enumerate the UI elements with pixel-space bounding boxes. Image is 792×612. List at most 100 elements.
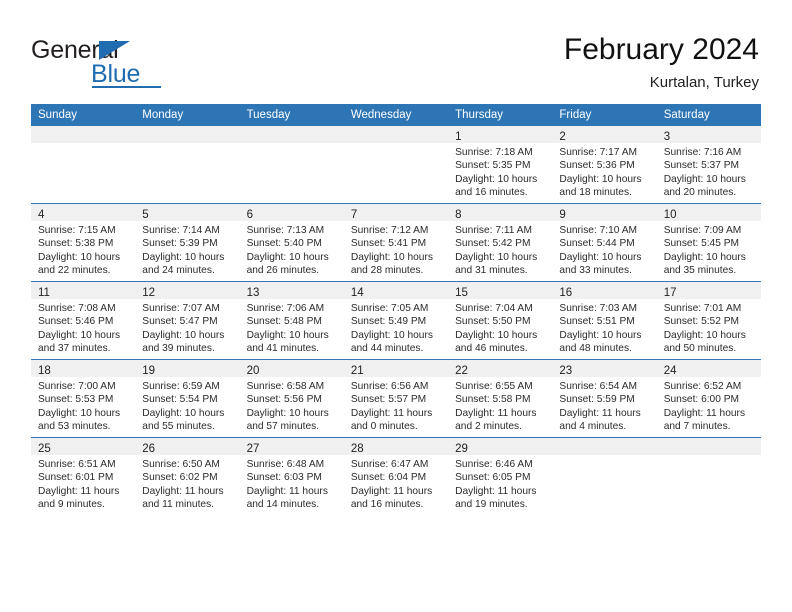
daylight-duration-line2: and 7 minutes. [663, 421, 731, 433]
day-number-strip: 21 [343, 360, 449, 377]
calendar-day-cell[interactable]: 13 Sunrise: 7:06 AM Sunset: 5:48 PM Dayligh… [239, 281, 344, 360]
daylight-duration-line1: Daylight: 10 hours [246, 251, 329, 263]
calendar-day-cell[interactable]: 26 Sunrise: 6:50 AM Sunset: 6:02 PM Dayligh… [135, 437, 240, 515]
day-number: 21 [350, 365, 364, 377]
calendar-day-cell[interactable]: 4 Sunrise: 7:15 AM Sunset: 5:38 PM Daylight… [31, 203, 136, 282]
calendar-day-cell[interactable]: 19 Sunrise: 6:59 AM Sunset: 5:54 PM Dayligh… [135, 359, 240, 438]
day-cell-inner [343, 126, 449, 203]
day-cell-inner [135, 126, 240, 203]
sunrise-time: Sunrise: 7:11 AM [455, 225, 532, 236]
calendar-day-cell[interactable]: 28 Sunrise: 6:47 AM Sunset: 6:04 PM Dayligh… [343, 437, 449, 515]
calendar-day-cell[interactable]: 11 Sunrise: 7:08 AM Sunset: 5:46 PM Dayligh… [31, 281, 136, 360]
daylight-duration-line1: Daylight: 10 hours [142, 329, 225, 341]
calendar-day-cell[interactable]: 21 Sunrise: 6:56 AM Sunset: 5:57 PM Dayligh… [343, 359, 449, 438]
calendar-day-cell[interactable]: 20 Sunrise: 6:58 AM Sunset: 5:56 PM Dayligh… [239, 359, 344, 438]
sunrise-time: Sunrise: 7:12 AM [350, 225, 429, 236]
sunset-time: Sunset: 5:58 PM [455, 394, 531, 406]
calendar-day-cell[interactable]: 18 Sunrise: 7:00 AM Sunset: 5:53 PM Dayligh… [31, 359, 136, 438]
day-cell-inner [656, 438, 761, 515]
sunrise-time: Sunrise: 6:58 AM [246, 381, 325, 392]
calendar-day-cell [343, 126, 449, 204]
sunrise-time: Sunrise: 6:55 AM [455, 381, 533, 392]
day-cell-inner: 2 Sunrise: 7:17 AM Sunset: 5:36 PM Daylight… [552, 126, 657, 203]
day-number-strip: 3 [656, 126, 761, 143]
day-number-strip: 24 [656, 360, 761, 377]
day-number-strip [343, 126, 449, 143]
calendar-week-row: 1 Sunrise: 7:18 AM Sunset: 5:35 PM Daylight… [31, 126, 761, 204]
day-number-strip: 2 [552, 126, 657, 143]
sunrise-time: Sunrise: 7:04 AM [455, 303, 533, 314]
calendar-day-cell[interactable]: 8 Sunrise: 7:11 AM Sunset: 5:42 PM Daylight… [448, 203, 553, 282]
sunrise-time: Sunrise: 6:48 AM [246, 459, 325, 470]
daylight-duration-line2: and 18 minutes. [559, 187, 632, 199]
calendar-day-cell[interactable]: 2 Sunrise: 7:17 AM Sunset: 5:36 PM Daylight… [552, 126, 657, 204]
day-cell-inner [552, 438, 657, 515]
sunset-time: Sunset: 5:51 PM [559, 316, 635, 328]
calendar-day-cell[interactable]: 5 Sunrise: 7:14 AM Sunset: 5:39 PM Daylight… [135, 203, 240, 282]
daylight-duration-line1: Daylight: 10 hours [455, 173, 538, 185]
location-subtitle: Kurtalan, Turkey [649, 74, 759, 91]
day-number: 25 [38, 443, 51, 455]
sunrise-time: Sunrise: 7:00 AM [38, 381, 116, 392]
calendar-day-cell[interactable]: 14 Sunrise: 7:05 AM Sunset: 5:49 PM Dayligh… [343, 281, 449, 360]
sunrise-time: Sunrise: 7:16 AM [663, 147, 742, 158]
calendar-day-cell[interactable]: 16 Sunrise: 7:03 AM Sunset: 5:51 PM Dayligh… [552, 281, 657, 360]
day-sun-info: Sunrise: 6:55 AM Sunset: 5:58 PM Daylight:… [448, 377, 552, 434]
day-number: 10 [663, 209, 677, 221]
daylight-duration-line2: and 41 minutes. [246, 343, 320, 355]
day-number-strip: 29 [448, 438, 553, 455]
calendar-day-cell[interactable]: 29 Sunrise: 6:46 AM Sunset: 6:05 PM Dayligh… [448, 437, 553, 515]
day-number: 14 [350, 287, 364, 299]
calendar-day-cell[interactable]: 3 Sunrise: 7:16 AM Sunset: 5:37 PM Daylight… [656, 126, 761, 204]
calendar-day-cell[interactable]: 10 Sunrise: 7:09 AM Sunset: 5:45 PM Dayligh… [656, 203, 761, 282]
day-number-strip: 14 [343, 282, 449, 299]
day-number-strip: 15 [448, 282, 553, 299]
daylight-duration-line1: Daylight: 11 hours [38, 485, 120, 497]
calendar-day-cell[interactable]: 27 Sunrise: 6:48 AM Sunset: 6:03 PM Dayligh… [239, 437, 344, 515]
daylight-duration-line2: and 14 minutes. [246, 499, 320, 511]
day-cell-inner: 22 Sunrise: 6:55 AM Sunset: 5:58 PM Dayligh… [448, 360, 553, 437]
sunrise-time: Sunrise: 7:03 AM [559, 303, 637, 314]
day-number: 29 [455, 443, 468, 455]
day-number: 23 [559, 365, 573, 377]
daylight-duration-line2: and 19 minutes. [455, 499, 528, 511]
day-number-strip [31, 126, 136, 143]
calendar-day-cell[interactable]: 15 Sunrise: 7:04 AM Sunset: 5:50 PM Dayligh… [448, 281, 553, 360]
calendar-day-cell[interactable]: 7 Sunrise: 7:12 AM Sunset: 5:41 PM Daylight… [343, 203, 449, 282]
sunset-time: Sunset: 5:45 PM [663, 238, 740, 250]
day-sun-info: Sunrise: 7:15 AM Sunset: 5:38 PM Daylight:… [31, 221, 135, 278]
day-number-strip: 8 [448, 204, 553, 221]
sunset-time: Sunset: 5:37 PM [663, 160, 740, 172]
daylight-duration-line1: Daylight: 10 hours [350, 251, 433, 263]
day-number-strip: 10 [656, 204, 761, 221]
day-number-strip: 13 [239, 282, 344, 299]
day-cell-inner: 9 Sunrise: 7:10 AM Sunset: 5:44 PM Daylight… [552, 204, 657, 281]
day-number: 27 [246, 443, 260, 455]
calendar-day-cell[interactable]: 24 Sunrise: 6:52 AM Sunset: 6:00 PM Dayligh… [656, 359, 761, 438]
day-number: 5 [142, 209, 149, 221]
day-number-strip: 23 [552, 360, 657, 377]
day-cell-inner: 16 Sunrise: 7:03 AM Sunset: 5:51 PM Dayligh… [552, 282, 657, 359]
day-cell-inner: 26 Sunrise: 6:50 AM Sunset: 6:02 PM Dayligh… [135, 438, 240, 515]
day-cell-inner: 11 Sunrise: 7:08 AM Sunset: 5:46 PM Dayligh… [31, 282, 136, 359]
calendar-day-cell[interactable]: 1 Sunrise: 7:18 AM Sunset: 5:35 PM Daylight… [448, 126, 553, 204]
sunset-time: Sunset: 6:01 PM [38, 472, 114, 484]
daylight-duration-line1: Daylight: 11 hours [350, 407, 433, 419]
calendar-day-cell[interactable]: 12 Sunrise: 7:07 AM Sunset: 5:47 PM Dayligh… [135, 281, 240, 360]
daylight-duration-line2: and 55 minutes. [142, 421, 215, 433]
day-sun-info: Sunrise: 7:00 AM Sunset: 5:53 PM Daylight:… [31, 377, 135, 434]
day-sun-info: Sunrise: 7:16 AM Sunset: 5:37 PM Daylight:… [657, 143, 761, 200]
calendar-day-cell[interactable]: 23 Sunrise: 6:54 AM Sunset: 5:59 PM Dayligh… [552, 359, 657, 438]
calendar-day-cell[interactable]: 17 Sunrise: 7:01 AM Sunset: 5:52 PM Dayligh… [656, 281, 761, 360]
day-sun-info: Sunrise: 7:03 AM Sunset: 5:51 PM Daylight:… [552, 299, 656, 356]
calendar-header-row: Sunday Monday Tuesday Wednesday Thursday… [31, 104, 761, 126]
day-number-strip [552, 438, 657, 455]
calendar-day-cell[interactable]: 6 Sunrise: 7:13 AM Sunset: 5:40 PM Daylight… [239, 203, 344, 282]
calendar-day-cell[interactable]: 22 Sunrise: 6:55 AM Sunset: 5:58 PM Dayligh… [448, 359, 553, 438]
calendar-day-cell[interactable]: 25 Sunrise: 6:51 AM Sunset: 6:01 PM Dayligh… [31, 437, 136, 515]
sunrise-time: Sunrise: 6:59 AM [142, 381, 220, 392]
calendar-day-cell[interactable]: 9 Sunrise: 7:10 AM Sunset: 5:44 PM Daylight… [552, 203, 657, 282]
day-cell-inner: 19 Sunrise: 6:59 AM Sunset: 5:54 PM Dayligh… [135, 360, 240, 437]
sunset-time: Sunset: 5:44 PM [559, 238, 635, 250]
day-number: 13 [246, 287, 260, 299]
